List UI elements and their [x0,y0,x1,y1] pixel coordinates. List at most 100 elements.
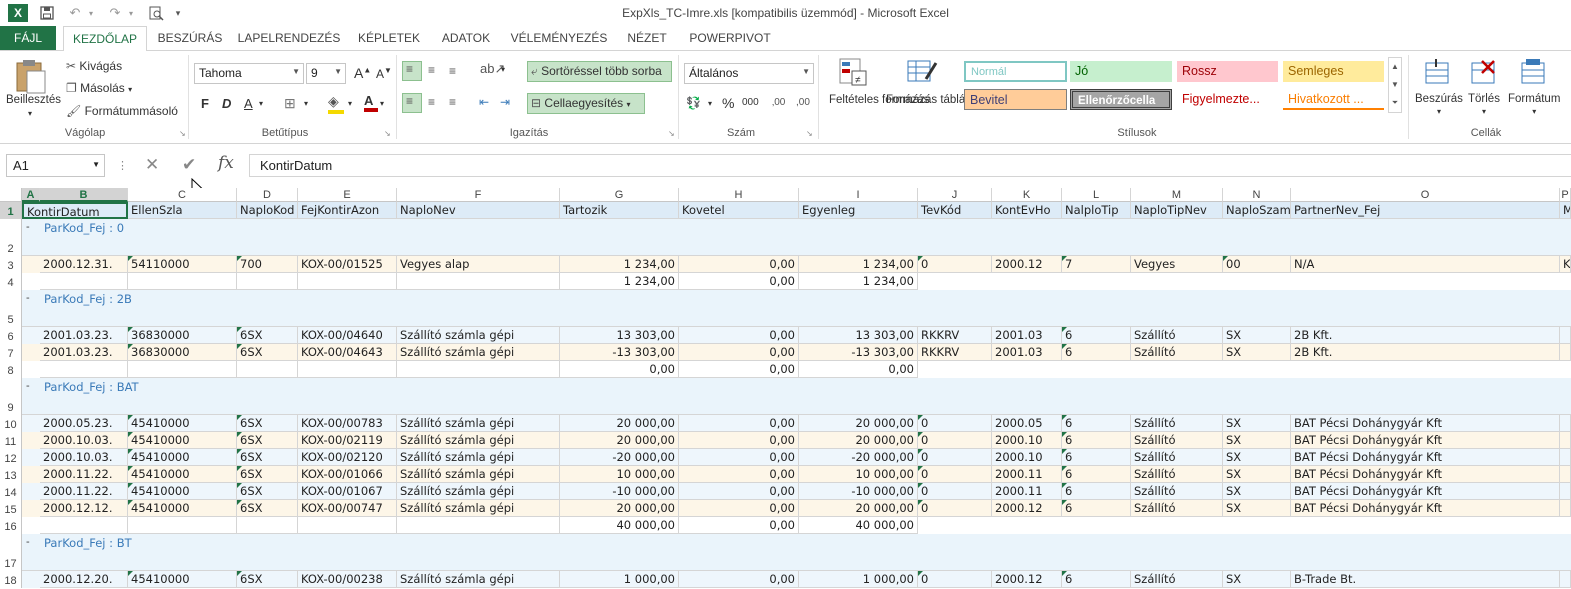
table-cell[interactable]: SX [1223,449,1291,466]
table-cell[interactable]: KOX-00/02119 [298,432,397,449]
table-cell[interactable]: 6SX [237,466,298,483]
tab-view[interactable]: NÉZET [618,26,676,50]
row-header-15[interactable]: 15 [0,500,22,517]
table-cell[interactable]: BAT Pécsi Dohánygyár Kft [1291,500,1560,517]
table-cell[interactable]: 6SX [237,571,298,588]
table-cell[interactable]: 2000.12.31. [40,256,128,273]
table-cell[interactable]: 0 [918,483,992,500]
style-check-cell[interactable]: Ellenőrzőcella [1070,89,1172,110]
table-cell[interactable]: KOX-00/04643 [298,344,397,361]
table-cell[interactable]: 2000.12 [992,571,1062,588]
table-cell[interactable]: 20 000,00 [560,500,679,517]
table-cell[interactable]: Szállító [1131,415,1223,432]
header-cell[interactable]: Tartozik [560,202,679,219]
table-cell[interactable]: Szállító [1131,432,1223,449]
table-cell[interactable]: Szállító számla gépi [397,432,560,449]
table-cell[interactable]: KOX-00/02120 [298,449,397,466]
table-cell[interactable]: N/A [1291,256,1560,273]
table-cell[interactable]: 2000.10 [992,449,1062,466]
table-cell[interactable]: 54110000 [128,256,237,273]
table-cell[interactable]: 2000.12.12. [40,500,128,517]
table-cell[interactable]: 6SX [237,415,298,432]
header-cell[interactable]: KontEvHo [992,202,1062,219]
table-cell[interactable]: 36830000 [128,344,237,361]
table-cell[interactable]: 6 [1062,449,1131,466]
table-cell[interactable]: 2000.11 [992,483,1062,500]
table-cell[interactable]: 20 000,00 [560,415,679,432]
table-cell[interactable]: 0 [918,500,992,517]
insert-cells-icon[interactable] [1424,57,1452,90]
font-launcher-icon[interactable]: ↘ [384,129,391,138]
table-cell[interactable]: Szállító számla gépi [397,466,560,483]
column-header-k[interactable]: K [992,188,1062,202]
table-cell[interactable]: 1 234,00 [560,273,679,290]
tab-data[interactable]: ADATOK [434,26,498,50]
insert-function-icon[interactable]: fx [218,153,234,173]
table-cell[interactable]: 10 000,00 [560,466,679,483]
table-cell[interactable]: SX [1223,432,1291,449]
delete-cells-icon[interactable] [1470,57,1498,90]
table-cell[interactable]: BAT Pécsi Dohánygyár Kft [1291,483,1560,500]
table-cell[interactable]: 0 [918,415,992,432]
table-cell[interactable]: KOX-00/01066 [298,466,397,483]
column-header-o[interactable]: O [1291,188,1560,202]
style-warning[interactable]: Figyelmezte... [1177,89,1278,110]
table-cell[interactable]: 1 234,00 [560,256,679,273]
table-cell[interactable] [128,517,237,534]
table-cell[interactable]: 2000.11.22. [40,466,128,483]
row-header-7[interactable]: 7 [0,344,22,361]
table-cell[interactable]: 20 000,00 [799,500,918,517]
table-cell[interactable]: 1 000,00 [799,571,918,588]
table-cell[interactable]: 0,00 [679,517,799,534]
table-cell[interactable]: 2B Kft. [1291,344,1560,361]
table-cell[interactable]: KOX-00/00747 [298,500,397,517]
table-cell[interactable]: 7 [1062,256,1131,273]
table-cell[interactable]: BAT Pécsi Dohánygyár Kft [1291,415,1560,432]
row-header-11[interactable]: 11 [0,432,22,449]
style-good[interactable]: Jó [1070,61,1172,82]
tab-powerpivot[interactable]: POWERPIVOT [684,26,776,50]
column-header-c[interactable]: C [128,188,237,202]
table-cell[interactable]: 0,00 [679,449,799,466]
table-cell[interactable] [1560,500,1571,517]
collapse-group-icon[interactable]: - [26,536,30,548]
table-cell[interactable]: 45410000 [128,500,237,517]
column-header-m[interactable]: M [1131,188,1223,202]
clipboard-launcher-icon[interactable]: ↘ [179,129,186,138]
table-cell[interactable]: 2001.03.23. [40,327,128,344]
select-all-corner[interactable] [0,188,22,202]
column-header-p[interactable]: P [1560,188,1571,202]
table-cell[interactable] [298,517,397,534]
table-cell[interactable]: BAT Pécsi Dohánygyár Kft [1291,466,1560,483]
font-size-combo[interactable]: 9 ▼ [306,63,346,84]
row-header-2[interactable]: 2 [0,219,22,256]
font-name-combo[interactable]: Tahoma ▼ [194,63,304,84]
table-cell[interactable]: 6 [1062,483,1131,500]
style-normal[interactable]: Normál [964,61,1067,82]
table-cell[interactable]: KOX-00/00238 [298,571,397,588]
orientation-dropdown-icon[interactable]: ▾ [501,65,505,74]
table-cell[interactable]: -20 000,00 [560,449,679,466]
column-header-d[interactable]: D [237,188,298,202]
number-format-combo[interactable]: Általános ▼ [684,63,814,84]
table-cell[interactable]: 0,00 [679,466,799,483]
column-header-e[interactable]: E [298,188,397,202]
table-cell[interactable]: Szállító számla gépi [397,415,560,432]
column-header-j[interactable]: J [918,188,992,202]
table-cell[interactable]: 1 234,00 [799,256,918,273]
table-cell[interactable]: 0,00 [679,361,799,378]
table-cell[interactable]: 6 [1062,432,1131,449]
tab-insert[interactable]: BESZÚRÁS [153,26,227,50]
increase-indent-icon[interactable]: ⇥ [500,95,510,109]
table-cell[interactable]: 40 000,00 [560,517,679,534]
table-cell[interactable]: 0,00 [679,273,799,290]
font-color-dropdown-icon[interactable]: ▾ [380,99,384,108]
header-cell[interactable]: KontirDatum [22,202,128,219]
table-cell[interactable]: -20 000,00 [799,449,918,466]
styles-scroll[interactable]: ▲ ▼ ⏷ [1388,57,1402,113]
wrap-text-button[interactable]: ⤶ Sortöréssel több sorba [527,61,672,82]
row-header-13[interactable]: 13 [0,466,22,483]
collapse-group-icon[interactable]: - [26,380,30,392]
row-header-12[interactable]: 12 [0,449,22,466]
table-cell[interactable]: Szállító számla gépi [397,500,560,517]
